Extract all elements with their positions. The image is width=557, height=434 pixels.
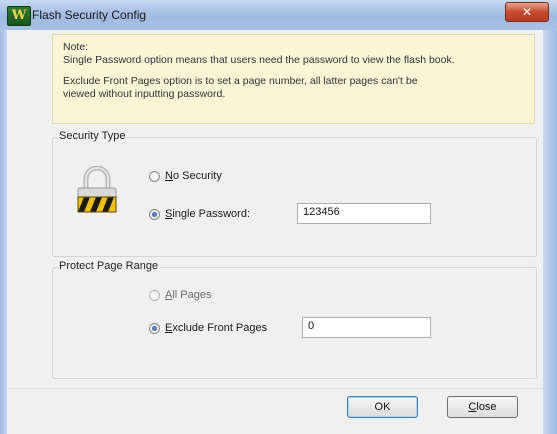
note-heading: Note: xyxy=(63,41,89,53)
window-frame-left xyxy=(0,30,7,434)
protect-page-range-label: Protect Page Range xyxy=(57,260,161,272)
note-line-single-password: Single Password option means that users … xyxy=(63,54,455,66)
close-button[interactable]: Close xyxy=(447,396,518,418)
no-security-option[interactable]: No Security xyxy=(149,170,222,182)
ok-button[interactable]: OK xyxy=(347,396,418,418)
no-security-radio[interactable] xyxy=(149,170,160,182)
single-password-radio[interactable] xyxy=(149,208,160,220)
all-pages-label: All Pages xyxy=(165,289,212,301)
all-pages-option[interactable]: All Pages xyxy=(149,289,211,301)
note-line-exclude-front-cont: viewed without inputting password. xyxy=(63,88,226,100)
dialog-body: Note: Single Password option means that … xyxy=(7,30,543,434)
window-title: Flash Security Config xyxy=(32,8,147,22)
close-icon: ✕ xyxy=(521,5,533,19)
note-panel: Note: Single Password option means that … xyxy=(52,34,535,124)
title-bar[interactable]: W Flash Security Config ✕ xyxy=(0,0,557,31)
no-security-label: No Security xyxy=(165,170,222,182)
padlock-icon xyxy=(77,166,117,213)
window-frame-right xyxy=(543,30,557,434)
footer-divider xyxy=(7,388,543,389)
security-type-label: Security Type xyxy=(57,130,128,142)
all-pages-radio[interactable] xyxy=(149,289,160,301)
note-line-exclude-front: Exclude Front Pages option is to set a p… xyxy=(63,75,418,87)
security-type-group xyxy=(52,137,537,257)
exclude-front-pages-label: Exclude Front Pages xyxy=(165,322,268,334)
protect-page-range-group xyxy=(52,267,537,379)
exclude-front-pages-input[interactable]: 0 xyxy=(302,317,431,338)
password-input[interactable]: 123456 xyxy=(297,203,431,224)
flash-security-config-window: W Flash Security Config ✕ Note: Single P… xyxy=(0,0,557,434)
single-password-option[interactable]: Single Password: xyxy=(149,208,250,220)
app-logo-icon: W xyxy=(7,6,31,26)
exclude-front-pages-radio[interactable] xyxy=(149,322,160,334)
exclude-front-pages-option[interactable]: Exclude Front Pages xyxy=(149,322,267,334)
single-password-label: Single Password: xyxy=(165,208,250,220)
close-window-button[interactable]: ✕ xyxy=(505,2,549,22)
